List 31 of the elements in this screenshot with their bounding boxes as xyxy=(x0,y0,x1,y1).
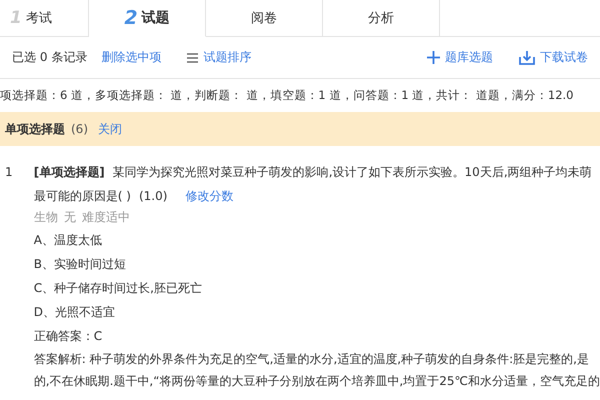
question-text: [单项选择题] 某同学为探究光照对菜豆种子萌发的影响,设计了如下表所示实验。10天后,两组种子均未萌 xyxy=(34,164,593,181)
edit-score-link[interactable]: 修改分数 xyxy=(185,184,234,208)
knowledge-tag: 无 xyxy=(64,208,76,228)
answer-option: B、实验时间过短 xyxy=(34,252,126,276)
list-icon xyxy=(187,52,198,62)
answer-option: D、光照不适宜 xyxy=(34,300,116,324)
tab-label: 考试 xyxy=(26,10,52,27)
difficulty-tag: 难度适中 xyxy=(82,208,130,228)
delete-link[interactable]: 删除选中项 xyxy=(101,49,162,66)
question-score: (1.0) xyxy=(138,188,168,205)
tab[interactable]: 2 试题 xyxy=(89,0,206,37)
section-title: 单项选择题 xyxy=(5,120,65,138)
question-summary: 项选择题：6 道，多项选择题： 道，判断题： 道，填空题：1 道，问答题：1 道，共计： 道题，满分：12.0 xyxy=(0,88,574,103)
add-button[interactable]: 题库选题 xyxy=(427,49,493,66)
download-icon xyxy=(519,50,535,65)
sort-link[interactable]: 试题排序 xyxy=(187,49,252,66)
subject-tag: 生物 xyxy=(34,208,58,228)
answer-option: A、温度太低 xyxy=(34,228,102,252)
tab-label: 试题 xyxy=(142,9,170,27)
question-text: 最可能的原因是( ) xyxy=(34,188,131,205)
close-link[interactable]: 关闭 xyxy=(98,120,122,138)
answer-option: C、种子储存时间过长,胚已死亡 xyxy=(34,276,202,300)
question-number: 1 xyxy=(4,164,14,181)
answer-explanation: 的,不在休眠期.题干中,“将两份等量的大豆种子分别放在两个培养皿中,均置于25℃和水分适量，空气充足的 xyxy=(34,374,600,388)
plus-icon xyxy=(427,51,440,64)
download-button[interactable]: 下载试卷 xyxy=(519,49,588,66)
selection-count: 已选 0 条记录 xyxy=(12,49,88,66)
tab-number: 2 xyxy=(124,7,138,29)
section-count: (6) xyxy=(71,122,88,136)
answer-explanation: 答案解析: 种子萌发的外界条件为充足的空气,适量的水分,适宜的温度,种子萌发的自身条件:胚是完整的,是 xyxy=(34,352,589,366)
correct-answer: 正确答案：C xyxy=(34,328,102,345)
